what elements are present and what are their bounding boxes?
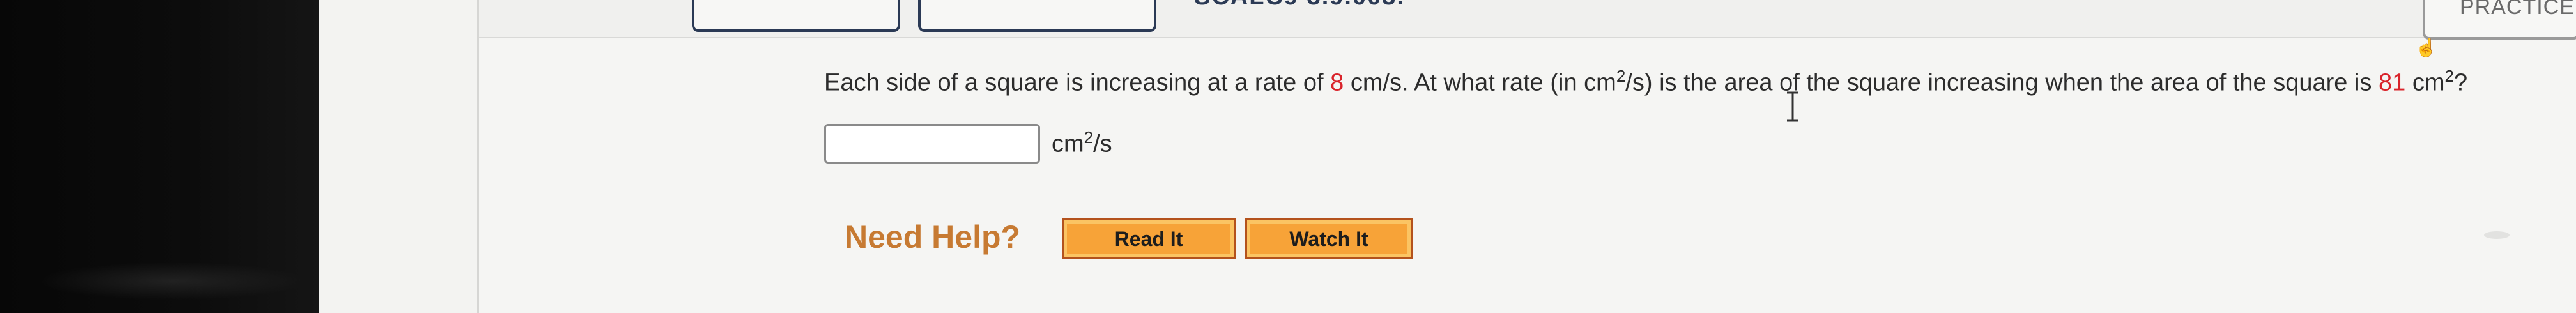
- question-text: Each side of a square is increasing at a…: [824, 66, 2468, 96]
- question-panel: SCALC9 3.9.003. PRACTICE: [477, 0, 2576, 313]
- question-reference: SCALC9 3.9.003.: [1194, 0, 1405, 11]
- need-help-label: Need Help?: [845, 219, 1021, 255]
- practice-button[interactable]: PRACTICE: [2423, 0, 2576, 40]
- faint-mark: [2484, 231, 2510, 239]
- previous-answer-box-2[interactable]: [918, 0, 1156, 32]
- dark-left-region: [0, 0, 319, 313]
- read-it-button[interactable]: Read It: [1062, 218, 1236, 259]
- page: SCALC9 3.9.003. PRACTICE Each side of a …: [319, 0, 2576, 313]
- dark-region-smudge: [38, 262, 307, 300]
- rate-value: 8: [1330, 69, 1344, 96]
- hand-pointer-icon: ☝: [2415, 38, 2437, 57]
- previous-answer-box-1[interactable]: [692, 0, 900, 32]
- practice-label: PRACTICE: [2460, 0, 2575, 19]
- area-value: 81: [2378, 69, 2406, 96]
- answer-input[interactable]: [824, 124, 1040, 164]
- answer-unit: cm2/s: [1052, 128, 1112, 158]
- previous-question-strip: SCALC9 3.9.003. PRACTICE: [479, 0, 2576, 40]
- i-beam-cursor-icon: [1787, 91, 1798, 122]
- watch-it-button[interactable]: Watch It: [1245, 218, 1413, 259]
